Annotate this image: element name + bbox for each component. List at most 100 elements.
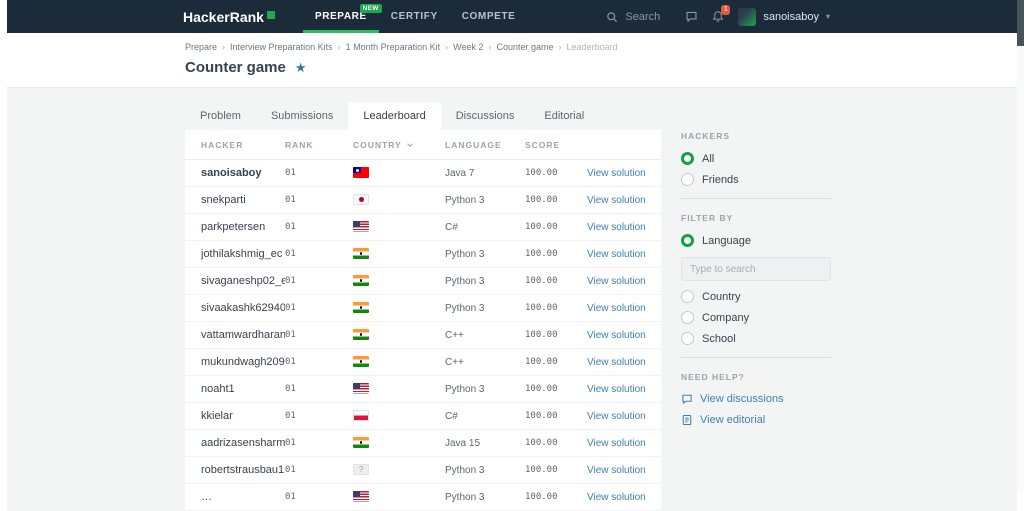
hacker-name-link[interactable]: parkpetersen: [201, 221, 285, 233]
language-value: C++: [445, 356, 464, 368]
header-country-label: COUNTRY: [353, 139, 402, 150]
table-row: vattamwardharani 01 C++ 100.00 View solution: [185, 322, 661, 349]
hackerrank-logo[interactable]: HackerRank: [183, 9, 275, 25]
breadcrumb-item-interview-preparation-kits[interactable]: Interview Preparation Kits: [217, 42, 333, 53]
hacker-name-link[interactable]: snekparti: [201, 194, 285, 206]
radio-icon: [681, 173, 694, 186]
radio-option-all[interactable]: All: [681, 152, 831, 165]
nav-item-label: PREPARE: [314, 11, 367, 22]
hacker-name-link[interactable]: sivaakashk629401: [201, 302, 285, 314]
need-help-section-title: NEED HELP?: [681, 372, 745, 382]
view-solution-link[interactable]: View solution: [587, 330, 646, 341]
score-value: 100.00: [525, 411, 558, 421]
rank-value: 01: [285, 438, 296, 448]
radio-label: Company: [702, 311, 750, 324]
score-value: 100.00: [525, 438, 558, 448]
radio-option-language[interactable]: Language: [681, 234, 831, 247]
table-row: mukundwagh2091 01 C++ 100.00 View solution: [185, 349, 661, 376]
nav-item-prepare[interactable]: PREPARE NEW: [302, 0, 382, 33]
scrollbar[interactable]: [1017, 0, 1024, 492]
search-icon[interactable]: [606, 11, 618, 23]
view-solution-link[interactable]: View solution: [587, 492, 646, 503]
filter-by-section: FILTER BY Language Country Company School: [681, 213, 831, 345]
tab-editorial[interactable]: Editorial: [529, 102, 599, 130]
page-title: Counter game: [185, 59, 286, 76]
star-icon[interactable]: ★: [295, 59, 307, 77]
view-solution-link[interactable]: View solution: [587, 222, 646, 233]
hacker-name-link[interactable]: mukundwagh2091: [201, 356, 285, 368]
logo-block-icon: [266, 10, 275, 19]
messages-icon[interactable]: [685, 10, 698, 23]
scrollbar-thumb[interactable]: [1017, 0, 1024, 46]
country-flag-in: [353, 437, 369, 449]
breadcrumb-item-prepare[interactable]: Prepare: [185, 42, 217, 53]
tab-bar: Problem Submissions Leaderboard Discussions…: [185, 102, 661, 130]
tab-leaderboard[interactable]: Leaderboard: [348, 102, 441, 130]
rank-value: 01: [285, 411, 296, 421]
search-input[interactable]: [623, 9, 672, 24]
country-flag-in: [353, 275, 369, 287]
filter-search-input[interactable]: [681, 257, 831, 281]
view-discussions-link[interactable]: View discussions: [681, 393, 831, 405]
view-solution-link[interactable]: View solution: [587, 465, 646, 476]
breadcrumb-item-1-month-preparation-kit[interactable]: 1 Month Preparation Kit: [333, 42, 441, 53]
radio-option-friends[interactable]: Friends: [681, 173, 831, 186]
country-flag-tw: [353, 167, 369, 179]
view-editorial-link[interactable]: View editorial: [681, 414, 831, 426]
tab-problem[interactable]: Problem: [185, 102, 256, 130]
tab-submissions[interactable]: Submissions: [256, 102, 348, 130]
language-value: Python 3: [445, 275, 485, 287]
nav-item-compete[interactable]: COMPETE: [450, 0, 528, 33]
chevron-down-icon: ▾: [825, 12, 830, 21]
radio-option-company[interactable]: Company: [681, 311, 831, 324]
radio-label: Language: [702, 234, 751, 247]
view-solution-link[interactable]: View solution: [587, 195, 646, 206]
language-value: Python 3: [445, 383, 485, 395]
hackers-section: HACKERS All Friends: [681, 131, 831, 186]
radio-option-country[interactable]: Country: [681, 290, 831, 303]
view-solution-link[interactable]: View solution: [587, 249, 646, 260]
hacker-name-link[interactable]: sanoisaboy: [201, 167, 285, 179]
hacker-name-link[interactable]: jothilakshmig_ec: [201, 248, 285, 260]
view-solution-link[interactable]: View solution: [587, 411, 646, 422]
hacker-name-link[interactable]: vattamwardharani: [201, 329, 285, 341]
filter-by-options: Language Country Company School: [681, 234, 831, 345]
language-value: Python 3: [445, 302, 485, 314]
radio-icon: [681, 311, 694, 324]
view-solution-link[interactable]: View solution: [587, 276, 646, 287]
hacker-name-link[interactable]: robertstrausbau1: [201, 464, 285, 476]
view-solution-link[interactable]: View solution: [587, 357, 646, 368]
breadcrumb-item-week-2[interactable]: Week 2: [440, 42, 483, 53]
country-cell: [353, 272, 445, 290]
radio-option-school[interactable]: School: [681, 332, 831, 345]
nav-item-certify[interactable]: CERTIFY: [379, 0, 450, 33]
country-cell: [353, 488, 445, 506]
rank-value: 01: [285, 465, 296, 475]
help-links: View discussions View editorial: [681, 393, 831, 426]
hacker-name-link[interactable]: …: [201, 491, 285, 503]
leaderboard-panel: Problem Submissions Leaderboard Discussions…: [185, 102, 661, 511]
view-solution-link[interactable]: View solution: [587, 303, 646, 314]
hacker-name-link[interactable]: noaht1: [201, 383, 285, 395]
view-solution-link[interactable]: View solution: [587, 384, 646, 395]
hacker-name-link[interactable]: aadrizasensharm1: [201, 437, 285, 449]
divider: [681, 357, 831, 358]
country-flag-jp: [353, 194, 369, 206]
notifications-bell-icon[interactable]: 1: [712, 5, 731, 23]
header-country-sort[interactable]: COUNTRY: [353, 140, 445, 150]
view-solution-link[interactable]: View solution: [587, 438, 646, 449]
user-menu[interactable]: sanoisaboy ▾: [738, 7, 830, 26]
hacker-name-link[interactable]: kkielar: [201, 410, 285, 422]
rank-value: 01: [285, 195, 296, 205]
radio-label: Friends: [702, 173, 739, 186]
tab-discussions[interactable]: Discussions: [441, 102, 530, 130]
rank-value: 01: [285, 357, 296, 367]
hacker-name-link[interactable]: sivaganeshp02_ec: [201, 275, 285, 287]
language-value: Java 15: [445, 437, 481, 449]
country-cell: [353, 299, 445, 317]
rank-value: 01: [285, 384, 296, 394]
view-solution-link[interactable]: View solution: [587, 168, 646, 179]
breadcrumb-item-counter-game[interactable]: Counter game: [484, 42, 554, 53]
radio-selected-icon: [681, 152, 694, 165]
country-flag-us: [353, 383, 369, 395]
